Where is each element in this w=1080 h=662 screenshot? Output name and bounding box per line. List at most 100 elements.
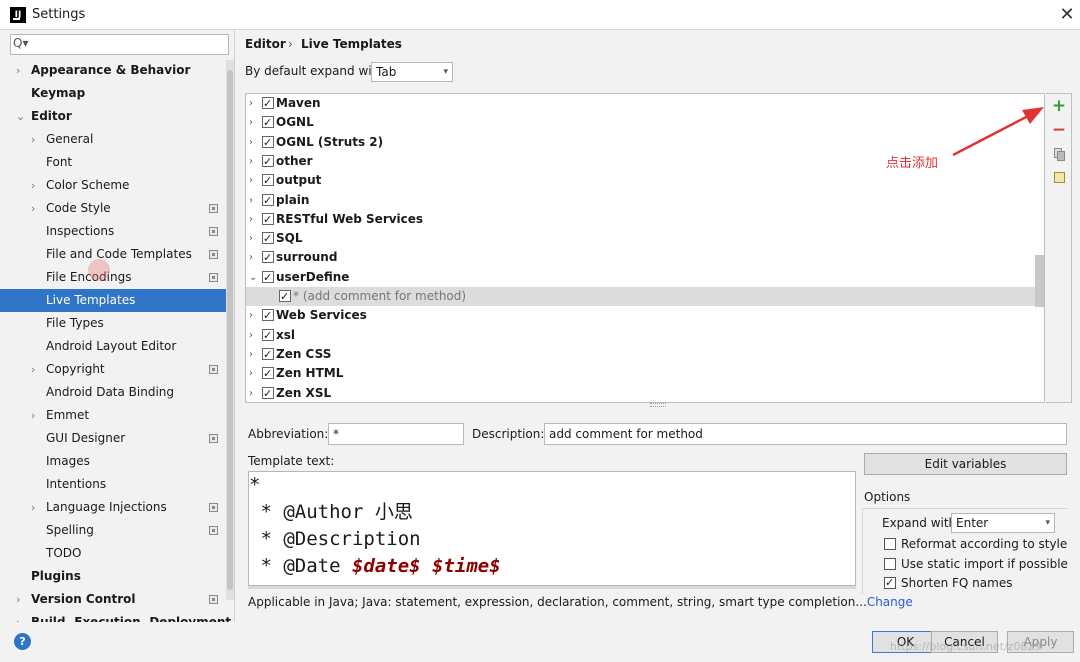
template-group[interactable]: ›Zen CSS (246, 345, 1044, 364)
sidebar-item-android-layout-editor[interactable]: Android Layout Editor (0, 335, 234, 358)
templates-scrollbar[interactable] (1035, 255, 1044, 307)
sidebar-item-editor[interactable]: ⌄Editor (0, 105, 234, 128)
template-group[interactable]: ›Maven (246, 94, 1044, 113)
sidebar-item-appearance-behavior[interactable]: ›Appearance & Behavior (0, 59, 234, 82)
sidebar-item-copyright[interactable]: ›Copyright (0, 358, 234, 381)
sidebar-item-color-scheme[interactable]: ›Color Scheme (0, 174, 234, 197)
help-button[interactable]: ? (14, 633, 31, 650)
chevron-right-icon[interactable]: › (249, 191, 253, 210)
remove-template-button[interactable]: − (1049, 120, 1069, 140)
chevron-right-icon[interactable]: › (16, 59, 26, 82)
template-checkbox[interactable] (262, 367, 274, 379)
option-checkbox[interactable] (884, 558, 896, 570)
chevron-right-icon[interactable]: › (249, 229, 253, 248)
chevron-right-icon[interactable]: › (31, 128, 41, 151)
sidebar-item-keymap[interactable]: Keymap (0, 82, 234, 105)
sidebar-item-font[interactable]: Font (0, 151, 234, 174)
sidebar-item-todo[interactable]: TODO (0, 542, 234, 565)
sidebar-item-gui-designer[interactable]: GUI Designer (0, 427, 234, 450)
template-checkbox[interactable] (262, 232, 274, 244)
template-checkbox[interactable] (262, 194, 274, 206)
template-checkbox[interactable] (262, 155, 274, 167)
template-group[interactable]: ›SQL (246, 229, 1044, 248)
chevron-right-icon[interactable]: › (249, 345, 253, 364)
chevron-right-icon[interactable]: › (249, 113, 253, 132)
template-checkbox[interactable] (262, 387, 274, 399)
template-checkbox[interactable] (262, 174, 274, 186)
template-checkbox[interactable] (262, 97, 274, 109)
settings-search-input[interactable]: Q▾ (10, 34, 229, 55)
sidebar-item-file-encodings[interactable]: File Encodings (0, 266, 234, 289)
sidebar-item-version-control[interactable]: ›Version Control (0, 588, 234, 611)
template-checkbox[interactable] (262, 348, 274, 360)
template-item[interactable]: * (add comment for method) (246, 287, 1044, 306)
chevron-right-icon[interactable]: › (249, 306, 253, 325)
sidebar-item-live-templates[interactable]: Live Templates (0, 289, 234, 312)
sidebar-item-build-execution-deployment[interactable]: ›Build, Execution, Deployment (0, 611, 234, 622)
template-checkbox[interactable] (262, 213, 274, 225)
template-checkbox[interactable] (262, 136, 274, 148)
template-group[interactable]: ›output (246, 171, 1044, 190)
chevron-right-icon[interactable]: › (31, 197, 41, 220)
template-checkbox[interactable] (262, 251, 274, 263)
chevron-down-icon[interactable]: ⌄ (16, 105, 26, 128)
sidebar-item-plugins[interactable]: Plugins (0, 565, 234, 588)
editor-horizontal-scrollbar[interactable] (248, 586, 856, 589)
template-group[interactable]: ›xsl (246, 326, 1044, 345)
edit-variables-button[interactable]: Edit variables (864, 453, 1067, 475)
sidebar-item-images[interactable]: Images (0, 450, 234, 473)
sidebar-item-language-injections[interactable]: ›Language Injections (0, 496, 234, 519)
close-window-button[interactable]: ✕ (1056, 4, 1078, 26)
template-checkbox[interactable] (262, 271, 274, 283)
template-checkbox[interactable] (262, 116, 274, 128)
copy-template-button[interactable] (1049, 144, 1069, 164)
template-group[interactable]: ›surround (246, 248, 1044, 267)
chevron-right-icon[interactable]: › (249, 152, 253, 171)
template-group[interactable]: ›OGNL (246, 113, 1044, 132)
chevron-right-icon[interactable]: › (249, 326, 253, 345)
sidebar-item-file-types[interactable]: File Types (0, 312, 234, 335)
chevron-right-icon[interactable]: › (16, 611, 26, 622)
sidebar-item-inspections[interactable]: Inspections (0, 220, 234, 243)
chevron-right-icon[interactable]: › (249, 133, 253, 152)
template-group[interactable]: ›plain (246, 191, 1044, 210)
chevron-right-icon[interactable]: › (249, 364, 253, 383)
sidebar-item-android-data-binding[interactable]: Android Data Binding (0, 381, 234, 404)
template-checkbox[interactable] (262, 309, 274, 321)
default-expand-select[interactable]: Tab ▾ (371, 62, 453, 82)
sidebar-item-general[interactable]: ›General (0, 128, 234, 151)
chevron-right-icon[interactable]: › (249, 171, 253, 190)
template-group[interactable]: ›Web Services (246, 306, 1044, 325)
template-checkbox[interactable] (279, 290, 291, 302)
template-group[interactable]: ⌄userDefine (246, 268, 1044, 287)
chevron-down-icon[interactable]: ⌄ (249, 268, 257, 287)
description-input[interactable]: add comment for method (544, 423, 1067, 445)
sidebar-item-file-and-code-templates[interactable]: File and Code Templates (0, 243, 234, 266)
option-checkbox[interactable] (884, 577, 896, 589)
sidebar-item-code-style[interactable]: ›Code Style (0, 197, 234, 220)
sidebar-item-emmet[interactable]: ›Emmet (0, 404, 234, 427)
chevron-right-icon[interactable]: › (16, 588, 26, 611)
splitter-grip[interactable] (650, 403, 666, 407)
template-group[interactable]: ›RESTful Web Services (246, 210, 1044, 229)
option-checkbox[interactable] (884, 538, 896, 550)
template-group[interactable]: ›OGNL (Struts 2) (246, 133, 1044, 152)
sidebar-item-intentions[interactable]: Intentions (0, 473, 234, 496)
chevron-right-icon[interactable]: › (31, 358, 41, 381)
sidebar-scrollbar-thumb[interactable] (227, 70, 233, 590)
template-checkbox[interactable] (262, 329, 274, 341)
chevron-right-icon[interactable]: › (249, 384, 253, 403)
template-text-editor[interactable]: * * @Author 小思 * @Description * @Date $d… (248, 471, 856, 586)
restore-defaults-button[interactable] (1049, 168, 1069, 188)
change-context-link[interactable]: Change (867, 595, 913, 609)
abbreviation-input[interactable]: * (328, 423, 464, 445)
chevron-right-icon[interactable]: › (31, 404, 41, 427)
chevron-right-icon[interactable]: › (249, 248, 253, 267)
chevron-right-icon[interactable]: › (249, 210, 253, 229)
chevron-right-icon[interactable]: › (31, 496, 41, 519)
add-template-button[interactable]: + (1049, 96, 1069, 116)
template-group[interactable]: ›Zen HTML (246, 364, 1044, 383)
expand-with-select[interactable]: Enter ▾ (951, 513, 1055, 533)
template-group[interactable]: ›Zen XSL (246, 384, 1044, 403)
chevron-right-icon[interactable]: › (31, 174, 41, 197)
